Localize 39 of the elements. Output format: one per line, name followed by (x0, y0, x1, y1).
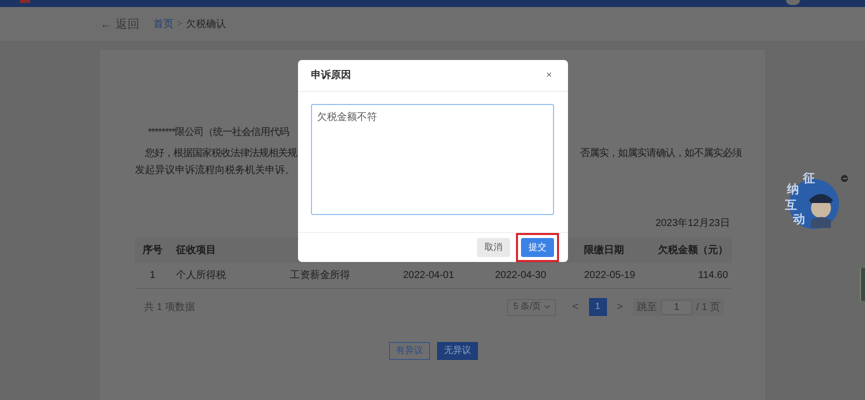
mascot-label: 动 (793, 213, 805, 225)
objection-button[interactable]: 有异议 (389, 342, 430, 360)
column-header: 序号 (142, 244, 162, 256)
table-cell: 2022-04-01 (403, 270, 454, 281)
table-cell: 2022-05-19 (584, 270, 636, 281)
breadcrumb-current: 欠税确认 (186, 18, 226, 32)
column-header: 欠税金额（元） (658, 244, 728, 256)
page-button[interactable]: 1 (588, 298, 607, 316)
chevron-down-icon (544, 305, 550, 309)
jump-input[interactable]: 1 (661, 300, 692, 314)
side-tab[interactable] (860, 268, 865, 301)
notice-text: 您好，根据国家税收法律法规相关规 (144, 147, 298, 161)
mascot-label: 纳 (787, 183, 799, 195)
cancel-button[interactable]: 取消 (477, 238, 510, 257)
close-button[interactable]: × (543, 68, 555, 83)
mascot-label: 征 (803, 172, 815, 184)
notice-text: 发起异议申诉流程向税务机关申诉。 (135, 164, 296, 178)
no-objection-button[interactable]: 无异议 (437, 342, 478, 360)
prev-page-button[interactable]: < (572, 298, 579, 316)
table-cell: 114.60 (698, 270, 728, 281)
avatar-icon (786, 0, 800, 5)
breadcrumb-separator: > (177, 18, 182, 30)
submit-button[interactable]: 提交 (521, 238, 554, 257)
table-cell: 个人所得税 (176, 270, 226, 281)
column-header: 限缴日期 (584, 244, 624, 256)
table-cell: 工资薪金所得 (290, 270, 350, 281)
notice-text: 否属实，如属实请确认，如不属实必须 (580, 147, 742, 161)
dialog-title: 申诉原因 (311, 68, 351, 83)
logo-icon (20, 0, 30, 3)
reason-textarea[interactable]: 欠税金额不符 (311, 104, 554, 215)
table-cell: 2022-04-30 (495, 270, 546, 281)
minimize-icon[interactable] (841, 175, 848, 182)
column-header: 征收项目 (176, 244, 216, 256)
notice-text: ********限公司（统一社会信用代码 (147, 126, 290, 140)
mascot-label: 互 (785, 199, 797, 211)
notice-date: 2023年12月23日 (656, 217, 731, 231)
breadcrumb-link[interactable]: 首页 (153, 16, 174, 32)
table-cell: 1 (150, 270, 156, 281)
next-page-button[interactable]: > (616, 298, 624, 316)
